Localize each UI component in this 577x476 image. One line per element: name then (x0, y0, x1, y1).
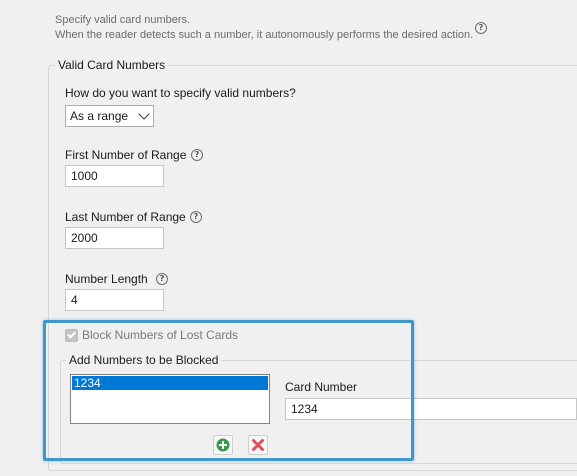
number-length-input[interactable]: 4 (65, 289, 164, 311)
description-line-1: Specify valid card numbers. (55, 14, 191, 26)
description-line-2: When the reader detects such a number, i… (55, 29, 474, 41)
specify-mode-select[interactable]: As a range (65, 105, 154, 127)
last-number-label: Last Number of Range (65, 210, 186, 224)
highlight-box (43, 320, 414, 461)
specify-mode-value: As a range (70, 109, 129, 123)
help-icon[interactable]: ? (156, 273, 168, 285)
first-number-input[interactable]: 1000 (65, 165, 164, 187)
specify-numbers-label: How do you want to specify valid numbers… (65, 86, 296, 100)
help-icon[interactable]: ? (475, 22, 487, 34)
first-number-label: First Number of Range (65, 148, 187, 162)
number-length-label: Number Length (65, 272, 148, 286)
last-number-input[interactable]: 2000 (65, 227, 164, 249)
help-icon[interactable]: ? (191, 149, 203, 161)
chevron-down-icon (138, 108, 150, 120)
valid-card-numbers-legend: Valid Card Numbers (55, 58, 169, 72)
help-icon[interactable]: ? (190, 211, 202, 223)
